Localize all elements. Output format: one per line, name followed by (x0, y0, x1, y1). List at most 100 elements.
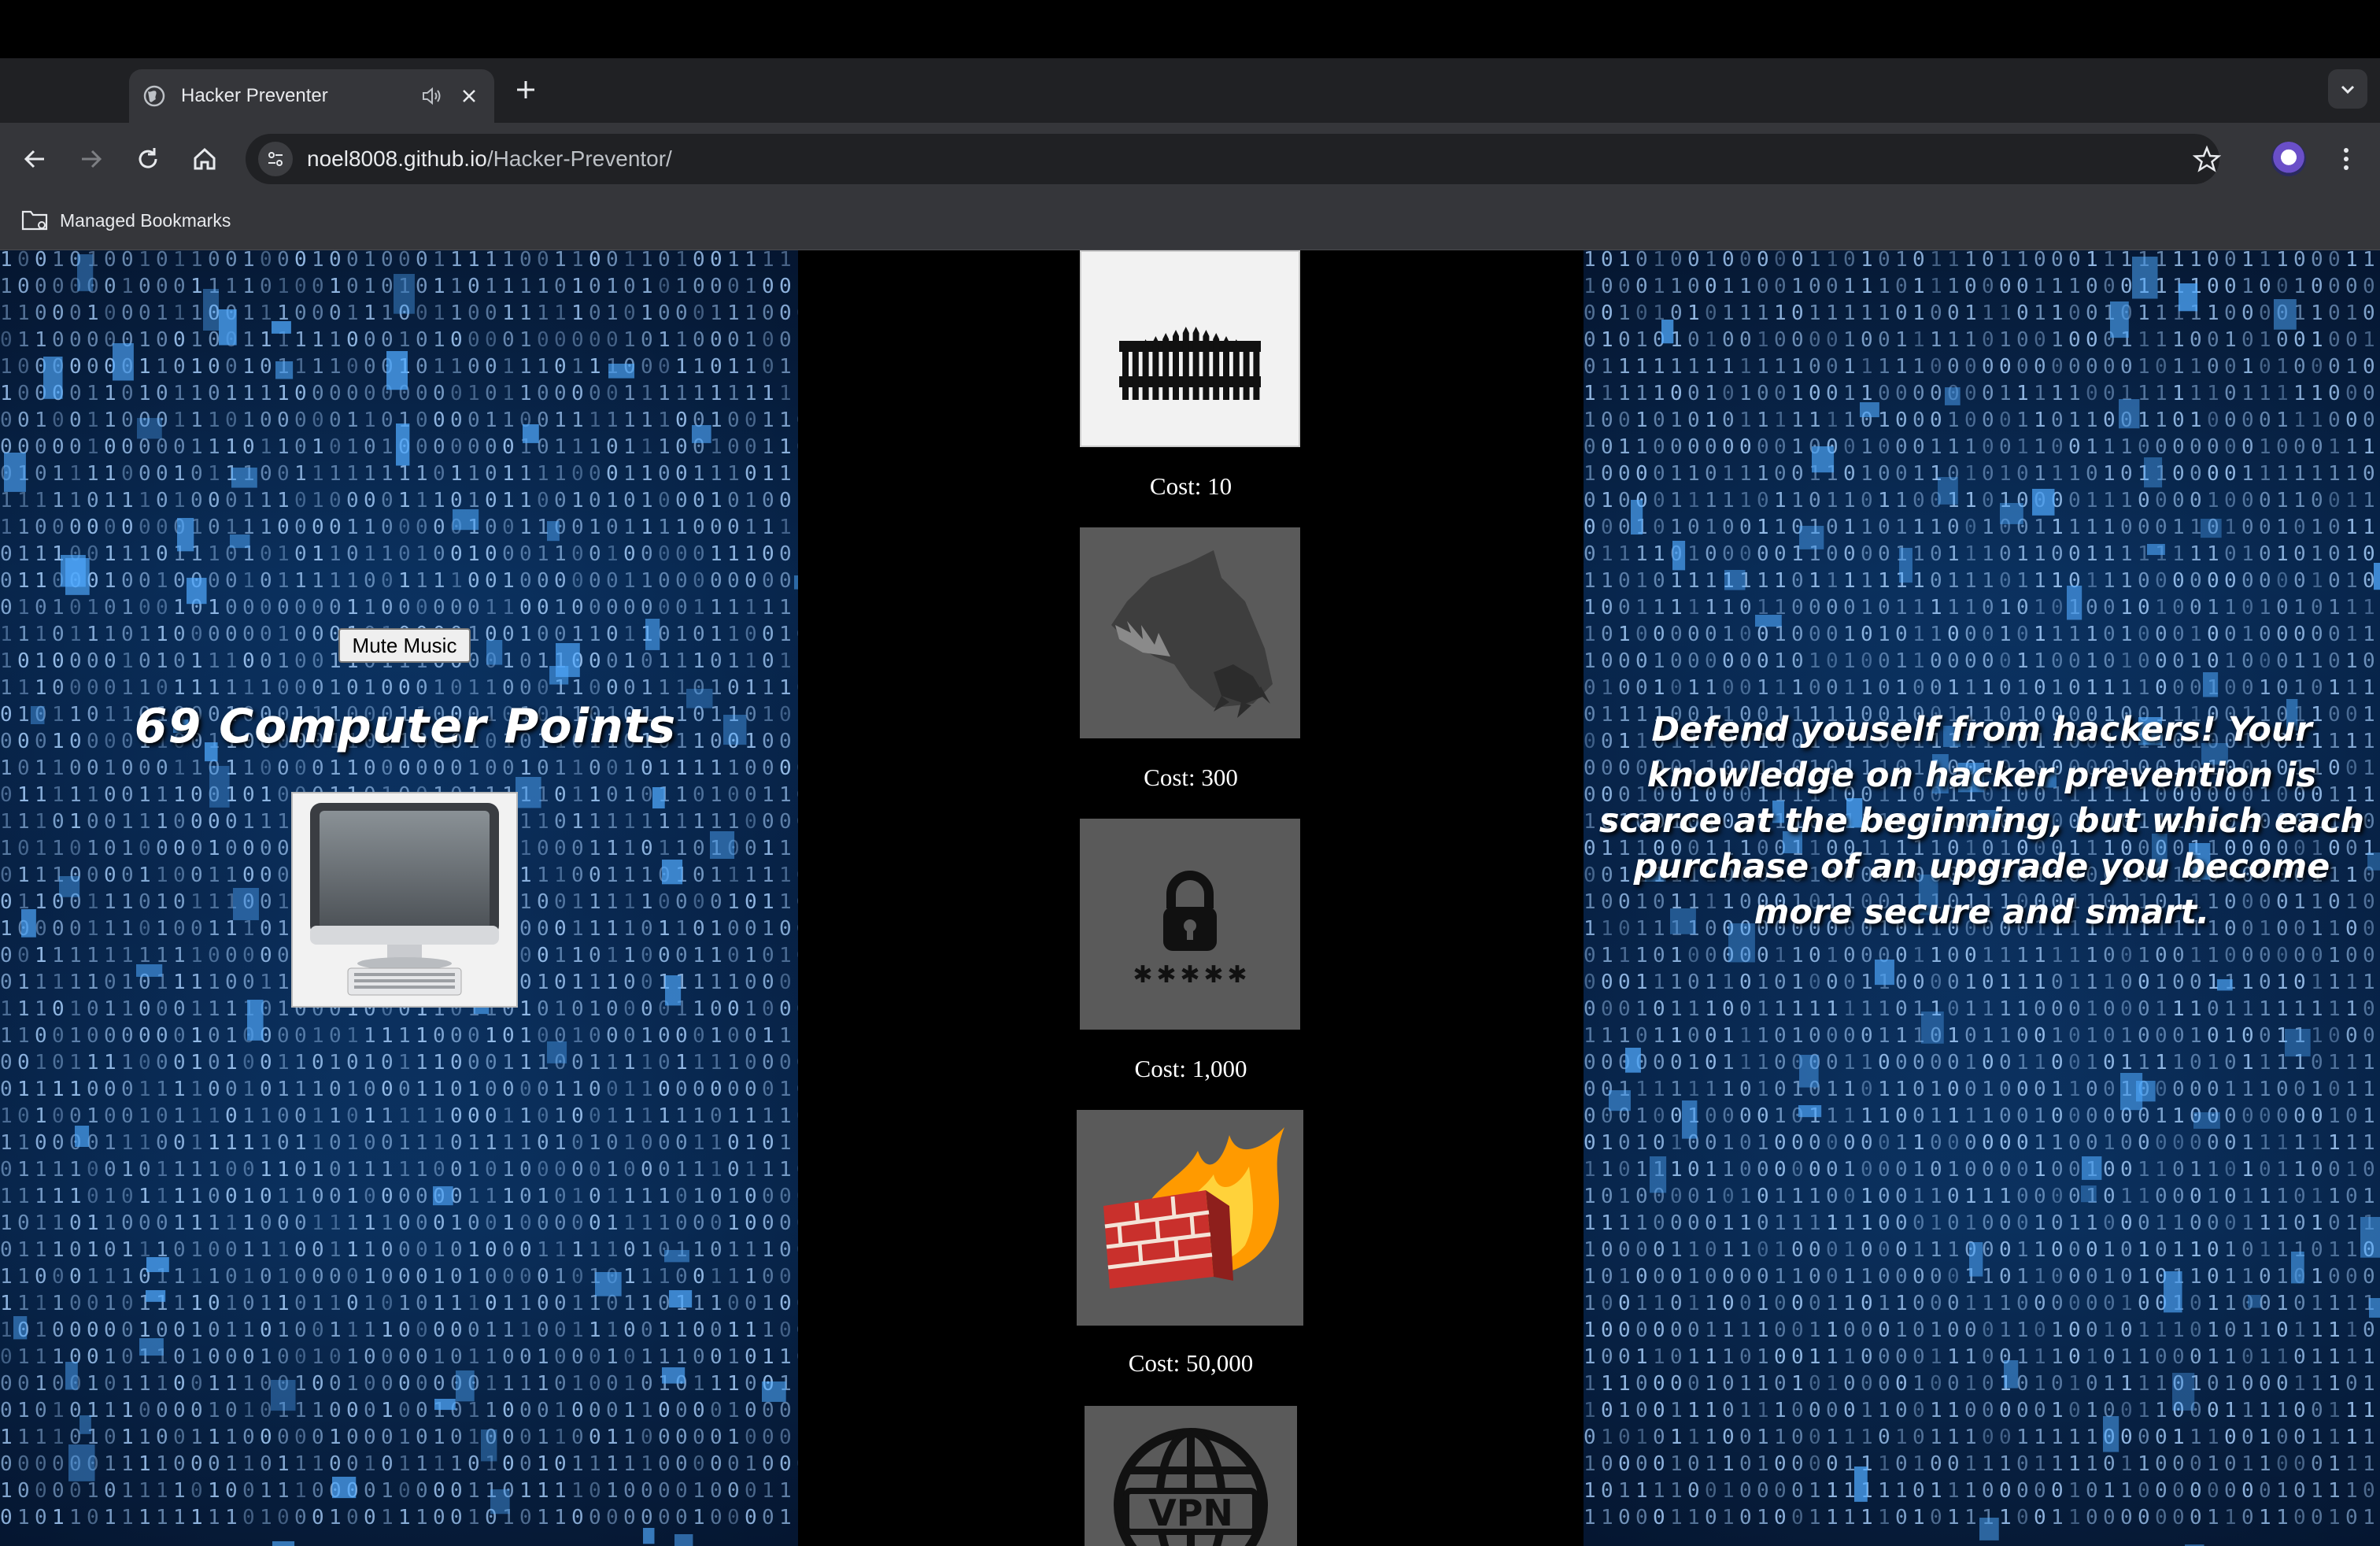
svg-text:1: 1 (2086, 409, 2098, 432)
svg-text:0: 0 (1774, 1319, 1787, 1342)
more-options-icon[interactable] (2334, 143, 2358, 175)
svg-text:1: 1 (2363, 1506, 2375, 1529)
svg-text:0: 0 (1635, 1372, 1648, 1396)
clickable-computer[interactable] (291, 792, 518, 1008)
svg-text:1: 1 (1774, 516, 1787, 539)
svg-text:1: 1 (1913, 623, 1925, 646)
svg-text:0: 0 (2172, 435, 2185, 459)
reload-icon[interactable] (132, 143, 164, 175)
svg-text:1: 1 (2363, 596, 2375, 620)
svg-text:1: 1 (727, 301, 740, 325)
svg-text:1: 1 (1895, 676, 1908, 700)
bookmark-star-icon[interactable] (2193, 145, 2221, 173)
svg-text:0: 0 (571, 542, 584, 566)
svg-text:0: 0 (294, 542, 307, 566)
svg-text:1: 1 (2190, 649, 2202, 673)
site-info-icon[interactable] (258, 142, 293, 176)
svg-text:0: 0 (364, 1426, 376, 1449)
svg-text:0: 0 (641, 971, 653, 994)
svg-text:0: 0 (1618, 649, 1631, 673)
speaker-icon[interactable] (420, 84, 444, 108)
mute-music-button[interactable]: Mute Music (338, 628, 471, 663)
svg-text:0: 0 (2016, 1104, 2029, 1128)
svg-text:1: 1 (554, 1506, 567, 1529)
svg-text:0: 0 (693, 516, 705, 539)
svg-text:1: 1 (139, 542, 151, 566)
svg-text:0: 0 (1584, 542, 1596, 566)
home-icon[interactable] (189, 143, 220, 175)
back-arrow-icon[interactable] (19, 143, 50, 175)
svg-text:0: 0 (658, 355, 671, 379)
svg-text:1: 1 (1705, 1158, 1717, 1182)
close-tab-icon[interactable] (458, 85, 480, 107)
svg-text:0: 0 (589, 649, 601, 673)
svg-text:0: 0 (294, 1292, 307, 1315)
svg-text:0: 0 (173, 997, 186, 1021)
new-tab-icon[interactable] (512, 76, 540, 104)
tab-hacker-preventer[interactable]: Hacker Preventer (129, 69, 494, 123)
svg-text:0: 0 (2276, 676, 2289, 700)
svg-text:1: 1 (675, 1104, 688, 1128)
svg-text:1: 1 (2328, 1104, 2341, 1128)
upgrade-guard-dog[interactable] (1080, 527, 1300, 738)
svg-text:1: 1 (381, 1024, 394, 1048)
svg-text:0: 0 (2120, 516, 2133, 539)
svg-text:0: 0 (554, 1211, 567, 1235)
svg-text:1: 1 (1809, 1506, 1821, 1529)
svg-text:1: 1 (294, 1479, 307, 1503)
svg-text:1: 1 (2016, 1426, 2029, 1449)
svg-text:1: 1 (329, 462, 342, 486)
svg-text:1: 1 (277, 917, 290, 941)
svg-text:1: 1 (0, 1104, 13, 1128)
upgrade-password[interactable]: ✱ ✱ ✱ ✱ ✱ (1080, 819, 1300, 1030)
svg-text:0: 0 (502, 1238, 515, 1262)
svg-text:1: 1 (2345, 1292, 2358, 1315)
svg-text:0: 0 (537, 328, 549, 352)
svg-text:0: 0 (294, 623, 307, 646)
svg-text:1: 1 (1964, 1051, 1977, 1074)
svg-text:0: 0 (468, 1051, 480, 1074)
svg-text:0: 0 (641, 1319, 653, 1342)
svg-text:0: 0 (1913, 1426, 1925, 1449)
svg-text:1: 1 (606, 890, 619, 914)
svg-text:1: 1 (623, 409, 636, 432)
upgrade-firewall[interactable] (1077, 1110, 1303, 1326)
svg-text:1: 1 (623, 783, 636, 807)
svg-text:1: 1 (2345, 1078, 2358, 1101)
svg-text:0: 0 (2241, 1479, 2254, 1503)
svg-text:1: 1 (2345, 462, 2358, 486)
svg-text:1: 1 (675, 355, 688, 379)
svg-text:0: 0 (173, 623, 186, 646)
address-bar[interactable]: noel8008.github.io/Hacker-Preventor/ (246, 134, 2219, 184)
svg-text:1: 1 (1947, 1345, 1960, 1369)
svg-text:0: 0 (2363, 542, 2375, 566)
svg-text:1: 1 (2016, 1319, 2029, 1342)
svg-text:1: 1 (485, 1372, 497, 1396)
svg-text:1: 1 (1584, 1506, 1596, 1529)
svg-text:1: 1 (69, 1506, 82, 1529)
upgrade-vpn[interactable]: VPN (1085, 1406, 1297, 1546)
svg-text:1: 1 (242, 328, 255, 352)
svg-text:1: 1 (346, 1211, 359, 1235)
svg-text:0: 0 (104, 1238, 116, 1262)
svg-text:1: 1 (1687, 1399, 1700, 1422)
svg-text:0: 0 (1826, 623, 1839, 646)
svg-text:0: 0 (2224, 1479, 2237, 1503)
svg-text:0: 0 (2207, 1078, 2219, 1101)
svg-text:0: 0 (693, 837, 705, 860)
tab-search-button[interactable] (2328, 69, 2367, 109)
managed-bookmarks-folder[interactable]: Managed Bookmarks (20, 208, 231, 233)
svg-text:1: 1 (1930, 1185, 1942, 1208)
svg-text:0: 0 (1670, 1104, 1683, 1128)
svg-text:1: 1 (745, 355, 757, 379)
svg-text:0: 0 (190, 623, 203, 646)
svg-text:1: 1 (1947, 569, 1960, 593)
svg-text:0: 0 (139, 516, 151, 539)
forward-arrow-icon[interactable] (76, 143, 107, 175)
upgrade-fence[interactable] (1080, 250, 1300, 447)
profile-avatar[interactable] (2271, 142, 2306, 176)
svg-text:0: 0 (1653, 1319, 1665, 1342)
svg-text:1: 1 (0, 1479, 13, 1503)
svg-text:0: 0 (17, 1479, 30, 1503)
svg-text:1: 1 (554, 944, 567, 967)
